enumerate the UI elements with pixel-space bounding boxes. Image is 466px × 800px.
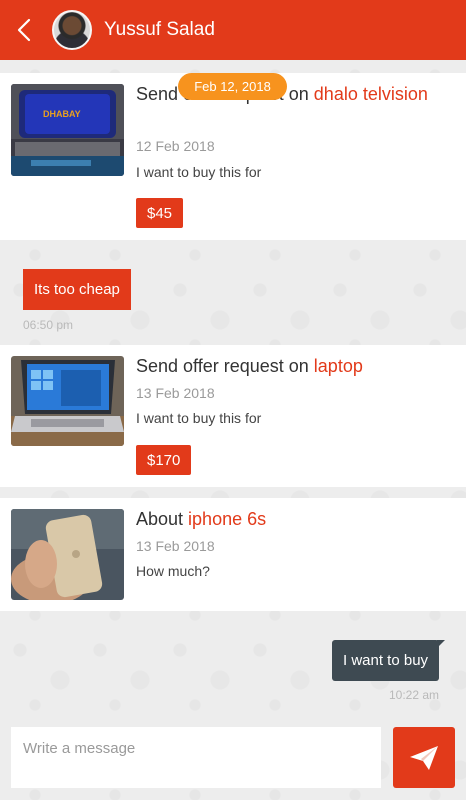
product-image-tv: DHABAY — [11, 84, 124, 176]
card-message: I want to buy this for — [136, 164, 262, 180]
price-badge[interactable]: $170 — [136, 445, 192, 475]
card-title: Send offer request on laptop — [136, 354, 456, 379]
card-title: About iphone 6s — [136, 507, 456, 532]
outgoing-message[interactable]: I want to buy — [332, 640, 446, 681]
card-message: I want to buy this for — [136, 410, 262, 426]
product-link[interactable]: laptop — [314, 356, 363, 376]
product-link[interactable]: dhalo telvision — [314, 84, 428, 104]
product-link[interactable]: iphone 6s — [188, 509, 266, 529]
chat-header: Yussuf Salad — [0, 0, 466, 60]
offer-card[interactable]: Send offer request on laptop 13 Feb 2018… — [0, 345, 466, 487]
incoming-message[interactable]: Its too cheap — [23, 269, 131, 310]
send-button[interactable] — [393, 727, 455, 788]
back-button[interactable] — [2, 0, 46, 60]
title-prefix: Send offer request on — [136, 356, 314, 376]
card-date: 13 Feb 2018 — [136, 385, 215, 401]
inquiry-card[interactable]: About iphone 6s 13 Feb 2018 How much? — [0, 498, 466, 611]
product-image-iphone — [11, 509, 124, 600]
incoming-timestamp: 06:50 pm — [23, 318, 74, 332]
outgoing-timestamp: 10:22 am — [389, 688, 440, 702]
contact-name[interactable]: Yussuf Salad — [104, 19, 215, 41]
price-badge[interactable]: $45 — [136, 198, 184, 228]
paper-plane-icon — [410, 745, 438, 770]
message-input[interactable] — [11, 727, 381, 788]
card-date: 12 Feb 2018 — [136, 138, 215, 154]
avatar[interactable] — [52, 10, 92, 50]
product-image-laptop — [11, 356, 124, 446]
card-date: 13 Feb 2018 — [136, 538, 215, 554]
svg-text:DHABAY: DHABAY — [43, 109, 81, 119]
chevron-left-icon — [17, 18, 31, 42]
date-badge: Feb 12, 2018 — [178, 73, 287, 100]
card-message: How much? — [136, 563, 210, 579]
title-prefix: About — [136, 509, 189, 529]
